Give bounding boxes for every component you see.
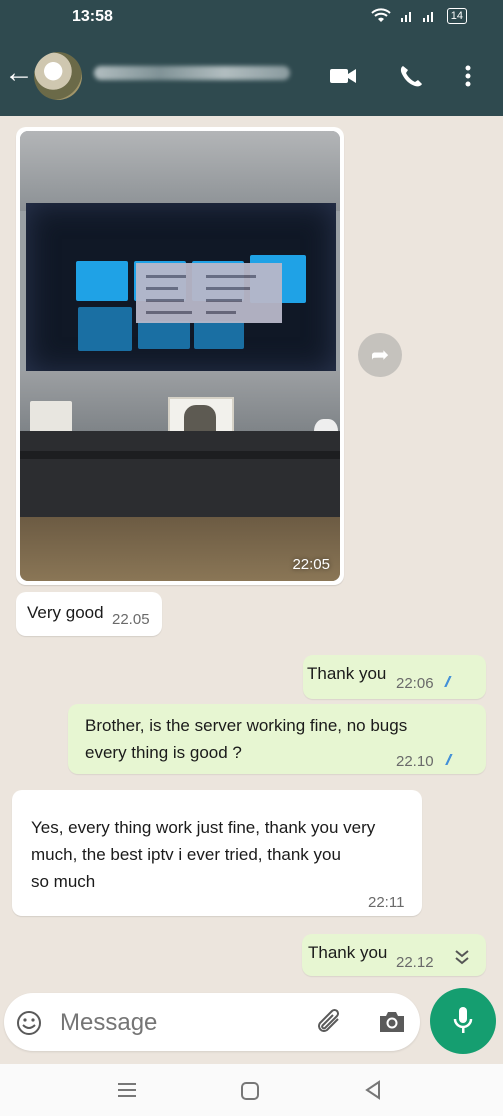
message-time: 22.05 — [112, 611, 150, 628]
chevron-down-icon[interactable] — [452, 948, 472, 966]
message-time: 22:06 — [396, 675, 434, 692]
incoming-message[interactable]: Yes, every thing work just fine, thank y… — [12, 790, 422, 916]
contact-avatar[interactable] — [34, 52, 82, 100]
mic-button[interactable] — [430, 988, 496, 1054]
message-time: 22.12 — [396, 954, 434, 971]
phone-icon[interactable] — [396, 62, 426, 90]
more-icon[interactable] — [458, 62, 478, 90]
outgoing-message[interactable]: Brother, is the server working fine, no … — [68, 704, 486, 774]
signal-icon — [400, 12, 433, 22]
contact-name-redacted[interactable] — [94, 66, 290, 80]
outgoing-message[interactable]: Thank you 22:06 // — [303, 655, 486, 699]
camera-icon[interactable] — [377, 1008, 407, 1036]
status-icons: 14 — [371, 8, 467, 24]
outgoing-message[interactable]: Thank you 22.12 — [302, 934, 486, 976]
incoming-message[interactable]: Very good 22.05 — [16, 592, 162, 636]
message-composer — [4, 993, 420, 1051]
read-ticks-icon: // — [446, 752, 452, 769]
message-input[interactable] — [58, 1005, 302, 1041]
wifi-icon — [371, 8, 391, 22]
battery-indicator: 14 — [446, 8, 467, 24]
tv-screen — [26, 203, 336, 373]
home-icon[interactable] — [240, 1081, 260, 1101]
message-text: Very good — [27, 603, 104, 622]
mic-icon — [453, 1007, 473, 1033]
forward-icon: ➦ — [370, 342, 390, 367]
video-call-icon[interactable] — [328, 62, 358, 90]
message-time: 22:05 — [292, 556, 330, 573]
read-ticks-icon: // — [445, 674, 451, 691]
app-header: 13:58 14 ← — [0, 0, 503, 116]
system-nav-bar — [0, 1064, 503, 1116]
back-button[interactable]: ← — [4, 58, 34, 88]
message-text: Thank you — [308, 943, 388, 962]
forward-button[interactable]: ➦ — [358, 333, 402, 377]
image-message[interactable]: 22:05 — [16, 127, 344, 585]
attach-icon[interactable] — [314, 1007, 346, 1039]
message-text: Yes, every thing work just fine, thank y… — [31, 818, 376, 891]
message-time: 22:11 — [368, 894, 405, 911]
emoji-icon[interactable] — [16, 1010, 42, 1036]
tv-photo[interactable]: 22:05 — [20, 131, 340, 581]
status-time: 13:58 — [72, 8, 113, 25]
recents-icon[interactable] — [116, 1081, 138, 1099]
message-text: Thank you — [307, 664, 387, 683]
message-text: Brother, is the server working fine, no … — [85, 716, 408, 762]
message-time: 22.10 — [396, 753, 434, 770]
back-nav-icon[interactable] — [364, 1080, 382, 1100]
